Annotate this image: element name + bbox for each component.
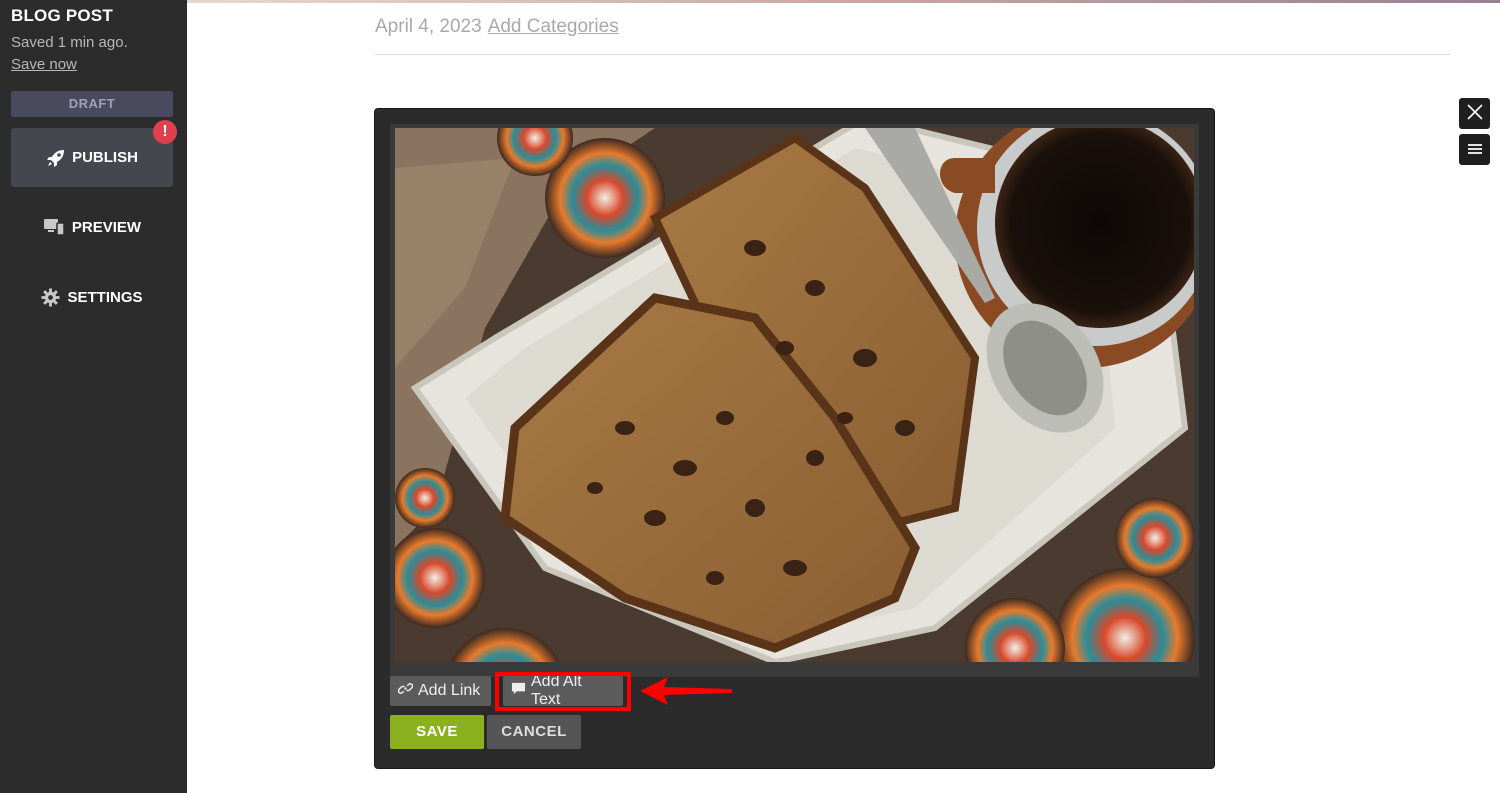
- save-button[interactable]: SAVE: [390, 715, 484, 749]
- cancel-button[interactable]: CANCEL: [487, 715, 581, 749]
- close-button[interactable]: [1459, 98, 1490, 129]
- close-icon: [1466, 103, 1484, 125]
- sidebar-title: BLOG POST: [11, 6, 113, 25]
- rocket-icon: [46, 148, 66, 168]
- settings-label: SETTINGS: [67, 288, 143, 306]
- link-icon: [397, 681, 414, 701]
- saved-status-text: Saved 1 min ago.: [11, 34, 128, 51]
- add-link-button[interactable]: Add Link: [390, 676, 491, 706]
- gear-icon: [41, 287, 61, 307]
- image-editor: Add Link Add Alt Text SAVE CANCEL: [375, 109, 1214, 768]
- alert-badge: !: [153, 120, 177, 144]
- add-categories-link[interactable]: Add Categories: [488, 16, 619, 37]
- add-link-label: Add Link: [418, 682, 481, 699]
- post-meta: April 4, 2023 Add Categories: [375, 16, 619, 38]
- highlight-box: [495, 672, 631, 711]
- status-badge: DRAFT: [11, 91, 173, 117]
- publish-label: PUBLISH: [72, 149, 138, 166]
- preview-label: PREVIEW: [71, 218, 142, 236]
- publish-button[interactable]: PUBLISH: [11, 128, 173, 187]
- image-frame: [390, 124, 1199, 677]
- menu-button[interactable]: [1459, 134, 1490, 165]
- monitor-icon: [43, 218, 65, 236]
- preview-button[interactable]: PREVIEW: [11, 212, 173, 242]
- save-now-link[interactable]: Save now: [11, 56, 77, 73]
- divider: [375, 54, 1450, 55]
- blog-image[interactable]: [395, 128, 1194, 662]
- annotation-arrow-icon: [638, 674, 734, 712]
- post-date: April 4, 2023: [375, 16, 482, 37]
- settings-button[interactable]: SETTINGS: [11, 282, 173, 312]
- top-accent-line: [187, 0, 1500, 3]
- hamburger-icon: [1467, 140, 1483, 159]
- sidebar: BLOG POST Saved 1 min ago. Save now DRAF…: [0, 0, 187, 793]
